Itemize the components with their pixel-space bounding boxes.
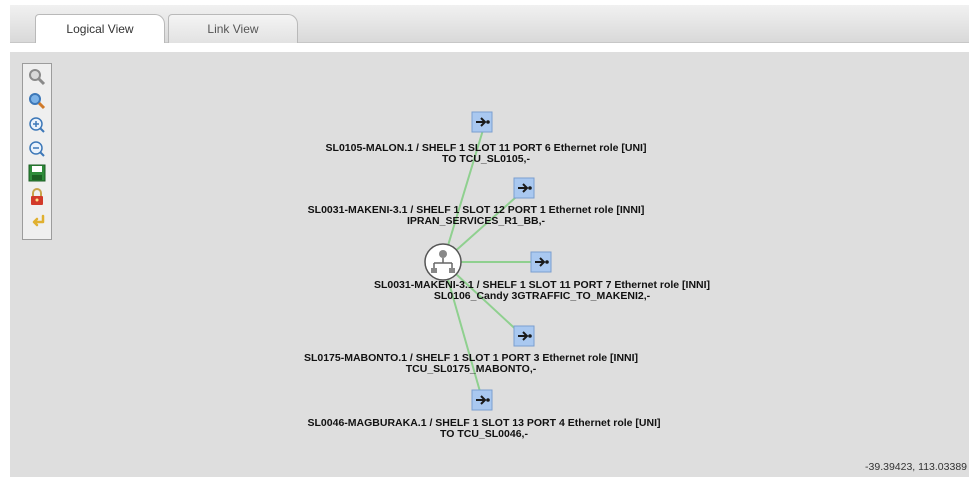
graph-toolbar bbox=[22, 63, 52, 240]
port-label-line2: IPRAN_SERVICES_R1_BB,- bbox=[406, 215, 546, 227]
port-label: SL0175-MABONTO.1 / SHELF 1 SLOT 1 PORT 3… bbox=[304, 353, 638, 375]
save-icon[interactable] bbox=[28, 164, 46, 182]
coordinates-readout: -39.39423, 113.03389 bbox=[865, 461, 967, 473]
zoom-out-icon[interactable] bbox=[28, 140, 46, 158]
back-arrow-icon[interactable] bbox=[28, 212, 46, 230]
network-hub-icon[interactable] bbox=[424, 243, 462, 281]
port-label-line2: TCU_SL0175_MABONTO,- bbox=[405, 363, 537, 375]
port-label: SL0046-MAGBURAKA.1 / SHELF 1 SLOT 13 POR… bbox=[308, 418, 661, 440]
zoom-region-icon[interactable] bbox=[28, 68, 46, 86]
port-icon[interactable] bbox=[471, 111, 493, 133]
port-label: SL0031-MAKENI-3.1 / SHELF 1 SLOT 11 PORT… bbox=[374, 280, 710, 302]
port-label-line2: SL0106_Candy 3GTRAFFIC_TO_MAKENI2,- bbox=[433, 290, 651, 302]
zoom-in-icon[interactable] bbox=[28, 116, 46, 134]
zoom-fit-icon[interactable] bbox=[28, 92, 46, 110]
port-icon[interactable] bbox=[513, 177, 535, 199]
port-icon[interactable] bbox=[530, 251, 552, 273]
port-icon[interactable] bbox=[471, 389, 493, 411]
port-label-line2: TO TCU_SL0046,- bbox=[440, 428, 528, 440]
port-label-line2: TO TCU_SL0105,- bbox=[442, 153, 530, 165]
port-label: SL0031-MAKENI-3.1 / SHELF 1 SLOT 12 PORT… bbox=[308, 205, 645, 227]
topology-graph bbox=[424, 111, 552, 411]
port-icon[interactable] bbox=[513, 325, 535, 347]
port-label: SL0105-MALON.1 / SHELF 1 SLOT 11 PORT 6 … bbox=[326, 143, 647, 165]
lock-icon[interactable] bbox=[28, 188, 46, 206]
